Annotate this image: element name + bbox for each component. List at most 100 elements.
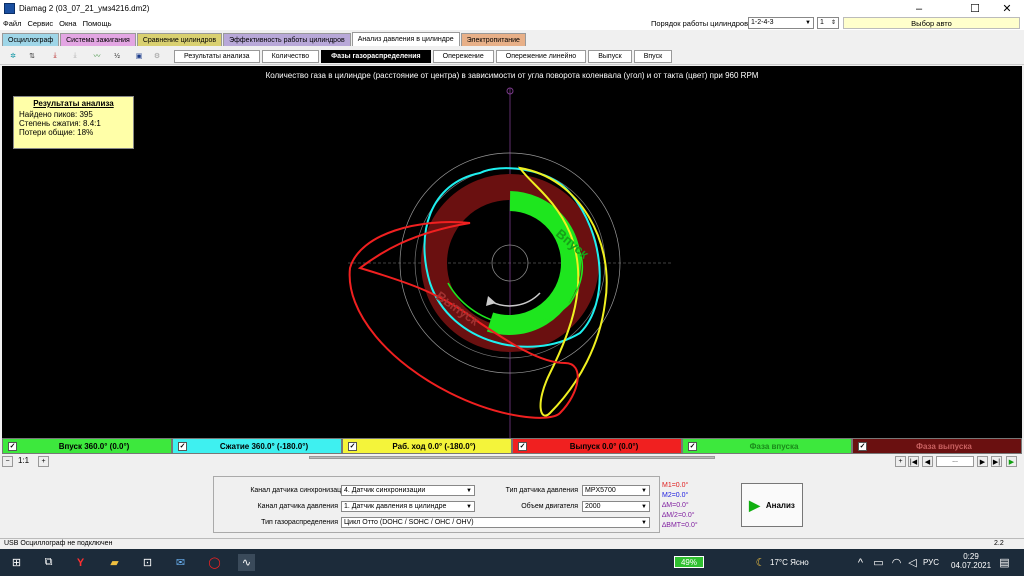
tab-sub-1[interactable]: Количество — [261, 50, 320, 63]
sync-channel-label: Канал датчика синхронизации — [250, 487, 349, 494]
sensor-type-select[interactable]: MPX5700 ▼ — [582, 485, 650, 496]
save-icon[interactable]: ▣ — [132, 49, 146, 63]
start-icon[interactable]: ⊞ — [8, 554, 25, 571]
sub-tabs: Результаты анализа Количество Фазы газорас… — [174, 50, 674, 64]
opera-icon[interactable]: ◯ — [206, 554, 223, 571]
pattern-icon[interactable]: ✲ — [6, 49, 20, 63]
firing-order-value: 1-2-4-3 — [751, 19, 774, 26]
legend-item-1[interactable]: ✓ Сжатие 360.0° (-180.0°) — [172, 438, 342, 454]
checkbox-icon[interactable]: ✓ — [348, 441, 357, 451]
legend-item-0[interactable]: ✓ Впуск 360.0° (0.0°) — [2, 438, 172, 454]
phase-legend: ✓ Впуск 360.0° (0.0°) ✓ Сжатие 360.0° (-180… — [2, 438, 1022, 455]
taskbar: ⊞ ⧉ Y ▰ ⊡ ✉ ◯ ∿ 49% ☾ 17°C Ясно ^ ▭ ◠ ◁ … — [0, 549, 1024, 576]
rotation-arrow-head — [486, 296, 496, 306]
status-version: 2.2 — [994, 540, 1004, 547]
yandex-browser-icon[interactable]: Y — [72, 554, 89, 571]
checkbox-icon[interactable]: ✓ — [178, 441, 187, 451]
tab-sub-0[interactable]: Результаты анализа — [174, 50, 260, 63]
tab-main-1[interactable]: Система зажигания — [60, 33, 136, 46]
next-button[interactable]: ▶ — [977, 456, 988, 467]
chevron-down-icon: ▼ — [466, 488, 472, 494]
checkbox-icon[interactable]: ✓ — [518, 441, 527, 451]
peaks-count: Найдено пиков: 395 — [19, 110, 93, 119]
settings-icon[interactable]: ⚙ — [150, 49, 164, 63]
checkbox-icon[interactable]: ✓ — [8, 441, 17, 451]
legend-item-5[interactable]: ✓ Фаза выпуска — [852, 438, 1022, 454]
chevron-down-icon: ▼ — [466, 504, 472, 510]
clock[interactable]: 0:29 04.07.2021 — [951, 552, 991, 570]
play-button[interactable]: ▶ — [1006, 456, 1017, 467]
add-marker-icon[interactable]: + — [895, 456, 906, 467]
prev-button[interactable]: ◀ — [922, 456, 933, 467]
pressure-channel-select[interactable]: 1. Датчик давления в цилиндре ▼ — [341, 501, 475, 512]
menu-service[interactable]: Сервис — [24, 19, 56, 28]
tab-main-2[interactable]: Сравнение цилиндров — [136, 33, 223, 46]
weather-text[interactable]: 17°C Ясно — [770, 558, 809, 567]
tray-chevron-icon[interactable]: ^ — [852, 554, 869, 571]
minimize-button[interactable]: – — [904, 0, 934, 17]
disabled-tool-icon[interactable]: ⤓ — [68, 49, 82, 63]
tab-sub-6[interactable]: Впуск — [633, 50, 673, 63]
network-icon[interactable]: ▭ — [870, 554, 887, 571]
tab-main-4[interactable]: Анализ давления в цилиндре — [351, 32, 460, 46]
menu-help[interactable]: Помощь — [80, 19, 115, 28]
battery-indicator[interactable]: 49% — [674, 556, 704, 568]
displacement-select[interactable]: 2000 ▼ — [582, 501, 650, 512]
mail-icon[interactable]: ✉ — [172, 554, 189, 571]
analyze-label: Анализ — [765, 500, 795, 510]
cylinder-select[interactable]: 1 ⇕ — [817, 17, 839, 29]
sync-channel-select[interactable]: 4. Датчик синхронизации ▼ — [341, 485, 475, 496]
graph-icon[interactable]: 〰 — [90, 49, 104, 63]
pressure-channel-value: 1. Датчик давления в цилиндре — [344, 503, 447, 510]
checkbox-icon[interactable]: ✓ — [688, 441, 697, 451]
volume-icon[interactable]: ◁ — [904, 554, 921, 571]
checkbox-icon[interactable]: ✓ — [858, 441, 867, 451]
position-field[interactable]: ... — [936, 456, 974, 467]
last-button[interactable]: ▶| — [991, 456, 1002, 467]
file-explorer-icon[interactable]: ▰ — [106, 554, 123, 571]
legend-item-4[interactable]: ✓ Фаза впуска — [682, 438, 852, 454]
timing-type-label: Тип газораспределения — [261, 519, 338, 526]
results-panel: Результаты анализа Найдено пиков: 395 Ст… — [13, 96, 134, 149]
tab-sub-3[interactable]: Опережение — [432, 50, 494, 63]
legend-item-2[interactable]: ✓ Раб. ход 0.0° (-180.0°) — [342, 438, 512, 454]
pressure-channel-label: Канал датчика давления — [257, 503, 338, 510]
clock-time: 0:29 — [963, 552, 979, 561]
firing-order-select[interactable]: 1-2-4-3 ▼ — [748, 17, 814, 29]
tab-main-5[interactable]: Электропитание — [460, 33, 526, 46]
store-icon[interactable]: ⊡ — [139, 554, 156, 571]
notification-icon[interactable]: ▤ — [996, 554, 1013, 571]
diamag-app-icon[interactable]: ∿ — [238, 554, 255, 571]
scroll-track[interactable] — [309, 456, 715, 459]
auto-icon[interactable]: ⤓ — [48, 49, 62, 63]
sort-icon[interactable]: ⇅ — [25, 49, 39, 63]
spinner-icon: ⇕ — [830, 20, 836, 26]
algorithm-icon[interactable]: ½ — [110, 49, 124, 63]
wifi-icon[interactable]: ◠ — [888, 554, 905, 571]
zoom-in-icon[interactable]: + — [38, 456, 49, 467]
close-button[interactable]: ✕ — [992, 0, 1022, 17]
marker-value-3: ∆M/2=0.0° — [662, 512, 695, 519]
maximize-button[interactable]: ☐ — [960, 0, 990, 17]
tab-main-0[interactable]: Осциллограф — [2, 33, 60, 46]
legend-label: Фаза выпуска — [916, 441, 972, 451]
first-button[interactable]: |◀ — [908, 456, 919, 467]
play-icon: ▶ — [749, 496, 760, 513]
sync-channel-value: 4. Датчик синхронизации — [344, 487, 426, 494]
menu-windows[interactable]: Окна — [56, 19, 79, 28]
language-indicator[interactable]: РУС — [923, 558, 939, 567]
analyze-button[interactable]: ▶ Анализ — [741, 483, 803, 527]
legend-item-3[interactable]: ✓ Выпуск 0.0° (0.0°) — [512, 438, 682, 454]
tab-sub-5[interactable]: Выпуск — [588, 50, 632, 63]
tab-sub-4[interactable]: Опережение линейно — [495, 50, 587, 63]
tab-main-3[interactable]: Эффективность работы цилиндров — [223, 33, 351, 46]
cylinder-value: 1 — [820, 19, 824, 26]
task-view-icon[interactable]: ⧉ — [40, 554, 57, 571]
zoom-out-icon[interactable]: − — [2, 456, 13, 467]
displacement-value: 2000 — [585, 503, 601, 510]
window-title: Diamag 2 (03_07_21_умз4216.dm2) — [19, 4, 150, 13]
menu-file[interactable]: Файл — [0, 19, 24, 28]
tab-sub-2[interactable]: Фазы газораспределения — [321, 50, 431, 63]
auto-select-button[interactable]: Выбор авто — [843, 17, 1020, 29]
timing-type-select[interactable]: Цикл Отто (DOHC / SOHC / OHC / OHV) ▼ — [341, 517, 650, 528]
